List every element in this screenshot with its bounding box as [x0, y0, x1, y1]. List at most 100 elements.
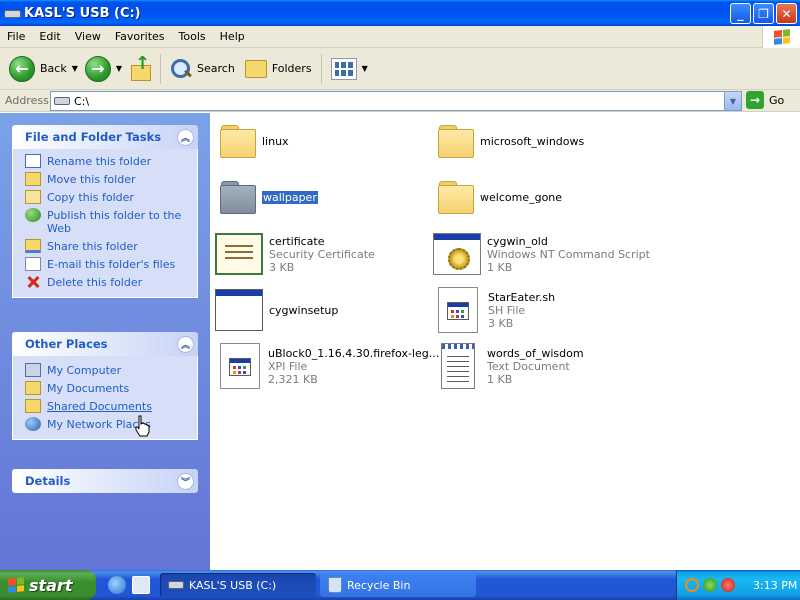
- text-document-icon: [441, 343, 475, 389]
- minimize-button[interactable]: _: [730, 3, 751, 24]
- file-type: XPI File: [268, 359, 308, 373]
- file-item-cygwin-old[interactable]: cygwin_old Windows NT Command Script 1 K…: [433, 233, 650, 275]
- security-shield-icon[interactable]: [721, 578, 735, 592]
- close-button[interactable]: ✕: [776, 3, 797, 24]
- file-size: 1 KB: [487, 260, 513, 274]
- task-share-folder[interactable]: Share this folder: [25, 239, 189, 253]
- panel-body: Rename this folder Move this folder Copy…: [12, 149, 198, 298]
- file-item-linux[interactable]: linux: [220, 125, 289, 158]
- start-button[interactable]: start: [0, 570, 96, 600]
- forward-button[interactable]: →: [82, 52, 114, 86]
- go-label: Go: [769, 93, 785, 107]
- file-item-welcome-gone[interactable]: welcome_gone: [438, 181, 563, 214]
- panel-title: Other Places: [25, 337, 108, 351]
- folder-icon: [438, 125, 474, 158]
- toolbar: ← Back ▼ → ▼ Search Folders ▼: [0, 48, 800, 90]
- views-button[interactable]: ▼: [328, 52, 371, 86]
- shared-documents-icon: [25, 399, 41, 413]
- taskbar-label: Recycle Bin: [347, 578, 411, 592]
- start-label: start: [29, 575, 73, 595]
- folders-button[interactable]: Folders: [242, 52, 315, 86]
- folders-label: Folders: [271, 62, 312, 75]
- task-delete-folder[interactable]: Delete this folder: [25, 276, 189, 289]
- collapse-icon[interactable]: ︽: [177, 335, 194, 353]
- menu-favorites[interactable]: Favorites: [108, 30, 172, 43]
- file-type: Text Document: [487, 359, 570, 373]
- other-places-panel: Other Places ︽ My Computer My Documents …: [12, 332, 198, 440]
- email-icon: [25, 257, 41, 271]
- address-dropdown-icon[interactable]: ▼: [724, 92, 741, 110]
- file-item-certificate[interactable]: certificate Security Certificate 3 KB: [215, 233, 375, 275]
- back-button[interactable]: ← Back: [6, 52, 70, 86]
- task-label: Rename this folder: [47, 155, 152, 168]
- xpi-file-icon: [220, 343, 260, 389]
- place-shared-documents[interactable]: Shared Documents: [25, 399, 189, 413]
- file-item-cygwinsetup[interactable]: cygwinsetup: [215, 289, 338, 331]
- expand-icon[interactable]: ︾: [177, 472, 194, 490]
- go-button[interactable]: → Go: [746, 91, 784, 109]
- file-item-words-of-wisdom[interactable]: words_of_wisdom Text Document 1 KB: [441, 343, 584, 389]
- task-move-folder[interactable]: Move this folder: [25, 172, 189, 186]
- menu-view[interactable]: View: [68, 30, 108, 43]
- file-name: microsoft_windows: [480, 134, 585, 148]
- file-name: uBlock0_1.16.4.30.firefox-leg...: [268, 346, 440, 360]
- task-label: Delete this folder: [47, 276, 143, 289]
- search-tray-icon[interactable]: [685, 578, 699, 592]
- task-email-files[interactable]: E-mail this folder's files: [25, 257, 189, 271]
- my-documents-icon: [25, 381, 41, 395]
- menu-edit[interactable]: Edit: [32, 30, 67, 43]
- file-type: Security Certificate: [269, 247, 375, 261]
- folder-icon: [220, 181, 256, 214]
- back-dropdown-icon[interactable]: ▼: [72, 64, 78, 73]
- file-item-wallpaper[interactable]: wallpaper: [220, 181, 318, 214]
- file-name: StarEater.sh: [488, 290, 556, 304]
- place-my-computer[interactable]: My Computer: [25, 363, 189, 377]
- details-panel: Details ︾: [12, 469, 198, 493]
- task-label: Move this folder: [47, 173, 136, 186]
- panel-header[interactable]: File and Folder Tasks ︽: [12, 125, 198, 149]
- menu-file[interactable]: File: [0, 30, 32, 43]
- views-icon: [330, 57, 357, 80]
- file-name: welcome_gone: [480, 190, 563, 204]
- task-copy-folder[interactable]: Copy this folder: [25, 190, 189, 204]
- toolbar-separator: [320, 53, 322, 84]
- search-button[interactable]: Search: [167, 52, 238, 86]
- task-publish-web[interactable]: Publish this folder to the Web: [25, 208, 189, 235]
- internet-explorer-icon[interactable]: [108, 576, 126, 594]
- taskbar-button-recycle-bin[interactable]: Recycle Bin: [320, 573, 476, 597]
- task-rename-folder[interactable]: Rename this folder: [25, 154, 189, 168]
- search-icon: [170, 58, 192, 80]
- task-label: Copy this folder: [47, 191, 134, 204]
- show-desktop-icon[interactable]: [132, 576, 150, 594]
- collapse-icon[interactable]: ︽: [177, 128, 194, 146]
- maximize-button[interactable]: ❐: [753, 3, 774, 24]
- application-icon: [215, 289, 263, 331]
- place-label: My Documents: [47, 382, 130, 395]
- network-tray-icon[interactable]: [703, 578, 717, 592]
- panel-title: Details: [25, 474, 71, 488]
- place-my-documents[interactable]: My Documents: [25, 381, 189, 395]
- menu-help[interactable]: Help: [213, 30, 252, 43]
- panel-header[interactable]: Other Places ︽: [12, 332, 198, 356]
- file-name: cygwinsetup: [269, 303, 339, 317]
- forward-dropdown-icon[interactable]: ▼: [116, 64, 122, 73]
- menu-tools[interactable]: Tools: [172, 30, 213, 43]
- folder-up-icon: [129, 53, 152, 81]
- title-bar[interactable]: KASL'S USB (C:) _ ❐ ✕: [0, 0, 800, 26]
- clock: 3:13 PM: [753, 578, 798, 592]
- file-size: 3 KB: [269, 260, 295, 274]
- share-icon: [25, 239, 41, 253]
- address-input[interactable]: C:\ ▼: [50, 91, 742, 111]
- place-network-places[interactable]: My Network Places: [25, 417, 189, 431]
- task-pane: File and Folder Tasks ︽ Rename this fold…: [0, 113, 210, 570]
- taskbar-button-kasls-usb[interactable]: KASL'S USB (C:): [160, 573, 316, 597]
- toolbar-separator: [160, 53, 162, 84]
- file-type: Windows NT Command Script: [487, 247, 650, 261]
- back-label: Back: [40, 62, 67, 75]
- file-item-stareater[interactable]: StarEater.sh SH File 3 KB: [438, 287, 555, 333]
- up-button[interactable]: [126, 52, 154, 86]
- panel-header[interactable]: Details ︾: [12, 469, 198, 493]
- command-script-icon: [433, 233, 481, 275]
- file-item-ublock[interactable]: uBlock0_1.16.4.30.firefox-leg... XPI Fil…: [220, 343, 439, 389]
- file-item-microsoft-windows[interactable]: microsoft_windows: [438, 125, 585, 158]
